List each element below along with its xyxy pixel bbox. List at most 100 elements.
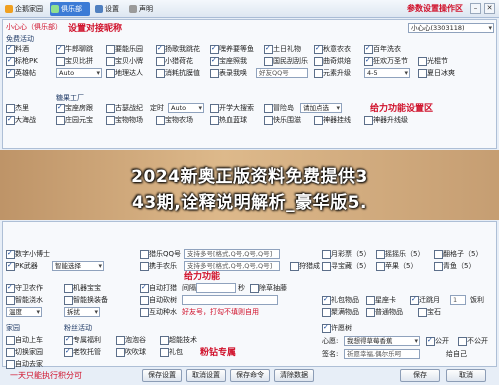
checkbox-gift-items[interactable]: 礼包物品 (322, 294, 359, 305)
checkbox-qiantiao[interactable]: 迁跳月 (410, 294, 440, 305)
checkbox-shenqi-shengji[interactable]: 神器升线级 (364, 115, 408, 125)
checkbox-baozuo[interactable]: 宝座照我 (210, 55, 247, 66)
checkbox-biaolu[interactable]: 表录我唤 (210, 68, 247, 78)
toolbar-club[interactable]: 俱乐部 (50, 2, 90, 16)
quantity-input[interactable]: 1 (450, 295, 466, 305)
checkbox-super-tech[interactable]: 超能技术 (160, 335, 197, 345)
checkbox-treasure[interactable]: 寻宝藏（5） (322, 261, 370, 271)
checkbox-auto-go-home[interactable]: 自动去家 (6, 359, 43, 369)
toolbar-qie-home[interactable]: 企鹅家园 (4, 2, 48, 16)
checkbox-qiuyi[interactable]: 秋意农衣 (314, 43, 351, 54)
account-select[interactable]: 小心心(3303118) (408, 23, 494, 33)
temperature-select[interactable]: 温度 (6, 307, 42, 317)
save-settings-button[interactable]: 保存设置 (142, 369, 182, 382)
disturb-select[interactable]: 拆扰 (64, 307, 100, 317)
checkbox-smart-equip[interactable]: 智能换装备 (64, 295, 108, 305)
checkbox-guard[interactable]: 守卫农作 (6, 282, 43, 293)
radio-public[interactable]: 公开 (426, 335, 449, 346)
clear-data-button[interactable]: 清除数据 (274, 369, 314, 382)
checkbox-exclusive-benefit[interactable]: 专属福利 (64, 334, 101, 345)
checkbox-yuansu[interactable]: 元素升级 (314, 68, 351, 78)
checkbox-auto-board[interactable]: 自动上车 (6, 335, 43, 345)
checkbox-blow-ball[interactable]: 吹吹球 (116, 347, 146, 357)
checkbox-jieli[interactable]: 杰里 (6, 103, 29, 113)
checkbox-bubble[interactable]: 泡泡谷 (116, 335, 146, 345)
signature-input[interactable]: 祈愿幸福,偶尔乐呵 (344, 349, 420, 359)
checkbox-bainian[interactable]: 百年洗衣 (364, 43, 401, 54)
checkbox-dahai[interactable]: 大海战 (6, 114, 36, 125)
checkbox-digital-doctor[interactable]: 数字小博士 (6, 248, 50, 259)
checkbox-interact[interactable]: 互动种水 (140, 307, 177, 317)
checkbox-smart-water[interactable]: 智能浇水 (6, 295, 43, 305)
checkbox-biaoqiang[interactable]: 标枪PK (6, 55, 38, 66)
checkbox-shenqi[interactable]: 神器挂线 (314, 115, 351, 125)
checkbox-rexue[interactable]: 热血蓝球 (210, 115, 247, 125)
pk-smart-select[interactable]: 智能选择 (52, 261, 104, 271)
checkbox-xiaohao[interactable]: 消耗抗膜值 (156, 68, 200, 78)
checkbox-star-card[interactable]: 星座卡 (366, 295, 396, 305)
checkbox-hunt[interactable]: 狩猎成 (290, 261, 320, 271)
interval-input[interactable] (196, 283, 236, 293)
checkbox-guomin[interactable]: 国民刮刮乐 (264, 56, 308, 66)
minimize-button[interactable]: – (470, 3, 481, 14)
checkbox-liaojiu[interactable]: 料酒 (6, 43, 29, 54)
checkbox-baowu-wuchang[interactable]: 宝物物场 (106, 115, 143, 125)
checkbox-normal-items[interactable]: 普通物品 (366, 307, 403, 317)
checkbox-wish-tree[interactable]: 许愿树 (322, 322, 352, 333)
checkbox-xiaolie[interactable]: 小猎荷花 (156, 56, 193, 66)
checkbox-turi[interactable]: 土日礼物 (264, 43, 301, 54)
checkbox-shake[interactable]: 摇摇乐（5） (376, 249, 424, 259)
checkbox-baowu-nongchang[interactable]: 宝物农场 (156, 115, 193, 125)
checkbox-maoxian[interactable]: 冒险岛 (264, 103, 294, 113)
checkbox-full-items[interactable]: 聚满物品 (322, 307, 359, 317)
checkbox-guse[interactable]: 古瑟战纪 (106, 103, 143, 113)
checkbox-xieshou[interactable]: 携手农乐 (140, 261, 177, 271)
toolbar-settings[interactable]: 设置 (94, 2, 126, 16)
checkbox-baobei-bipin[interactable]: 宝贝比拼 (56, 56, 93, 66)
auto-select-2[interactable]: Auto (168, 103, 204, 113)
checkbox-clear-grass[interactable]: 除草抽藤 (250, 283, 287, 293)
checkbox-dili[interactable]: 地理达人 (106, 68, 143, 78)
radio-private[interactable]: 不公开 (458, 336, 488, 346)
cancel-button[interactable]: 取消 (446, 369, 486, 382)
checkbox-pk-weapon[interactable]: PK武器 (6, 260, 38, 271)
checkbox-yingxiong[interactable]: 英雄帖 (6, 67, 36, 78)
checkbox-auto-hunt[interactable]: 自动打猎 (140, 282, 177, 293)
wish-select[interactable]: 我想得草莓香蕉 (344, 336, 420, 346)
checkbox-yaoneng[interactable]: 要能乐园 (106, 44, 143, 54)
close-button[interactable]: ✕ (484, 3, 495, 14)
checkbox-guanggun[interactable]: 光棍节 (418, 56, 448, 66)
save-command-button[interactable]: 保存命令 (230, 369, 270, 382)
checkbox-switch-home[interactable]: 切换家园 (6, 347, 43, 357)
checkbox-lele-qq[interactable]: 猎乐QQ号 (140, 249, 181, 259)
level-select[interactable]: 4-5 (364, 68, 410, 78)
checkbox-month-lottery[interactable]: 月彩票（5） (322, 249, 370, 259)
checkbox-gift-pack[interactable]: 礼包 (160, 347, 183, 357)
checkbox-apple[interactable]: 苹果（5） (376, 261, 417, 271)
checkbox-quqi[interactable]: 曲奇烘焙 (314, 56, 351, 66)
friend-qq-input[interactable]: 好友QQ号 (256, 68, 308, 78)
multi-qq-input-1[interactable]: 支持多号[格式,Q号,Q号,Q号] (184, 249, 280, 259)
save-button[interactable]: 保存 (400, 369, 440, 382)
toolbar-statement[interactable]: 声明 (128, 2, 160, 16)
checkbox-flip[interactable]: 翻格子（5） (434, 249, 482, 259)
auto-select-1[interactable]: Auto (56, 68, 102, 78)
checkbox-kaixue[interactable]: 开学大搜索 (210, 103, 254, 113)
checkbox-kuaile[interactable]: 快乐围滋 (264, 115, 301, 125)
checkbox-niulang[interactable]: 牛郎聊跳 (56, 43, 93, 54)
checkbox-robot[interactable]: 机器宝宝 (64, 283, 101, 293)
checkbox-heiyang[interactable]: 嘿养要等鱼 (210, 43, 254, 54)
checkbox-fish[interactable]: 青鱼（5） (434, 261, 475, 271)
checkbox-zhuangyuan[interactable]: 庄园元宝 (56, 115, 93, 125)
checkbox-yangge[interactable]: 扬歌我跳花 (156, 43, 200, 54)
checkbox-gem[interactable]: 宝石 (418, 307, 441, 317)
cut-qq-input[interactable] (182, 295, 278, 305)
checkbox-kuanghuan[interactable]: 狂欢万圣节 (364, 55, 408, 66)
add-point-select[interactable]: 请加点选 (300, 103, 342, 113)
checkbox-baozuo-fanggen[interactable]: 宝座房跟 (56, 102, 93, 113)
checkbox-auto-cut[interactable]: 自动砍树 (140, 295, 177, 305)
checkbox-xiari[interactable]: 夏日冰爽 (418, 68, 455, 78)
checkbox-laomu[interactable]: 老牧托管 (64, 346, 101, 357)
cancel-settings-button[interactable]: 取消设置 (186, 369, 226, 382)
checkbox-baobei-xiaopai[interactable]: 宝贝小牌 (106, 56, 143, 66)
